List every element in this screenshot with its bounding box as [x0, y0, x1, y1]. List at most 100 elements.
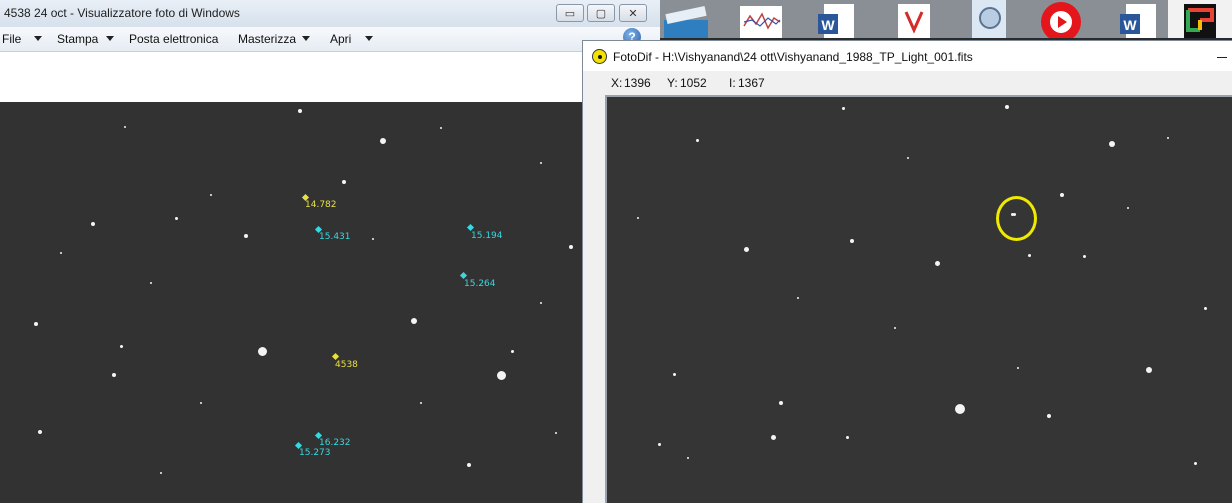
magnitude-label: 15.431 — [319, 232, 351, 242]
star — [673, 373, 676, 376]
star — [850, 239, 854, 243]
star — [60, 252, 62, 254]
magnitude-label: 15.264 — [464, 279, 496, 289]
star — [894, 327, 896, 329]
menu-file[interactable]: File — [2, 32, 21, 46]
star — [540, 162, 542, 164]
x-value: 1396 — [624, 76, 651, 90]
star — [380, 138, 386, 144]
star — [420, 402, 422, 404]
fotodif-titlebar[interactable]: FotoDif - H:\Vishyanand\24 ott\Vishyanan… — [583, 41, 1232, 71]
menu-posta-elettronica[interactable]: Posta elettronica — [129, 32, 218, 46]
y-value: 1052 — [680, 76, 707, 90]
menu-apri[interactable]: Apri — [330, 32, 351, 46]
target-label: 4538 — [335, 360, 358, 370]
star — [555, 432, 557, 434]
chevron-down-icon[interactable] — [302, 36, 310, 41]
magnitude-label: 15.273 — [299, 448, 331, 458]
star — [1060, 193, 1064, 197]
chevron-down-icon[interactable] — [106, 36, 114, 41]
star — [497, 371, 506, 380]
star — [124, 126, 126, 128]
minimize-button[interactable]: ▭ — [556, 4, 584, 22]
star — [907, 157, 909, 159]
star — [210, 194, 212, 196]
star — [569, 245, 573, 249]
photo-viewer-blank-area — [0, 52, 660, 102]
maximize-icon: ▢ — [595, 7, 607, 20]
marker-cyan — [459, 271, 468, 280]
star — [342, 180, 346, 184]
maximize-button[interactable]: ▢ — [587, 4, 615, 22]
star — [771, 435, 776, 440]
star — [440, 127, 442, 129]
close-icon: ✕ — [628, 7, 638, 20]
close-button[interactable]: ✕ — [619, 4, 647, 22]
star — [1028, 254, 1031, 257]
word-document-icon[interactable]: W — [1112, 0, 1162, 38]
star — [1146, 367, 1152, 373]
star — [637, 217, 639, 219]
star — [411, 318, 417, 324]
star — [244, 234, 248, 238]
star — [687, 457, 689, 459]
star — [1167, 137, 1169, 139]
search-document-icon[interactable] — [960, 0, 1020, 38]
star — [955, 404, 965, 414]
star — [1127, 207, 1129, 209]
star — [150, 282, 152, 284]
y-label: Y: — [667, 76, 678, 90]
pdf-document-icon[interactable] — [890, 0, 940, 38]
star-field-image: 14.782 15.431 15.194 15.264 4538 16.232 … — [0, 102, 585, 503]
chevron-down-icon[interactable] — [34, 36, 42, 41]
magnitude-label: 15.194 — [471, 231, 503, 241]
star — [797, 297, 799, 299]
fotodif-app-icon — [592, 49, 607, 64]
photo-viewer-menubar: File Stampa Posta elettronica Masterizza… — [0, 27, 660, 52]
chart-document-icon[interactable] — [736, 0, 786, 38]
star — [846, 436, 849, 439]
star — [1017, 367, 1019, 369]
star — [298, 109, 302, 113]
star — [1194, 462, 1197, 465]
marker-cyan — [466, 223, 475, 232]
menu-masterizza[interactable]: Masterizza — [238, 32, 296, 46]
star — [175, 217, 178, 220]
star — [91, 222, 95, 226]
star — [511, 350, 514, 353]
star — [1083, 255, 1086, 258]
chevron-down-icon[interactable] — [365, 36, 373, 41]
video-player-icon[interactable] — [1036, 0, 1086, 38]
photo-viewer-titlebar[interactable]: 4538 24 oct - Visualizzatore foto di Win… — [0, 0, 660, 27]
star — [34, 322, 38, 326]
x-label: X: — [611, 76, 623, 90]
photo-viewer-title: 4538 24 oct - Visualizzatore foto di Win… — [4, 6, 240, 20]
star — [120, 345, 123, 348]
star — [200, 402, 202, 404]
star — [696, 139, 699, 142]
svg-text:W: W — [1123, 17, 1137, 33]
google-icon[interactable] — [1168, 0, 1232, 38]
minimize-button[interactable] — [1215, 47, 1229, 63]
fits-image-view[interactable] — [605, 95, 1232, 503]
photo-viewer-window: 4538 24 oct - Visualizzatore foto di Win… — [0, 0, 660, 503]
star — [112, 373, 116, 377]
magnitude-label: 16.232 — [319, 438, 351, 448]
star — [1047, 414, 1051, 418]
star — [842, 107, 845, 110]
pixel-readout: X: 1396 Y: 1052 I: 1367 — [583, 71, 1232, 93]
svg-text:W: W — [821, 17, 835, 33]
star — [658, 443, 661, 446]
fotodif-title: FotoDif - H:\Vishyanand\24 ott\Vishyanan… — [613, 50, 973, 64]
scanner-icon[interactable] — [660, 0, 720, 38]
marker-target — [331, 352, 340, 361]
word-document-icon[interactable]: W — [810, 0, 860, 38]
star — [1005, 105, 1009, 109]
star — [1204, 307, 1207, 310]
fotodif-window: FotoDif - H:\Vishyanand\24 ott\Vishyanan… — [582, 40, 1232, 503]
menu-stampa[interactable]: Stampa — [57, 32, 98, 46]
star — [744, 247, 749, 252]
magnitude-label: 14.782 — [305, 200, 337, 210]
desktop-shortcuts: W W — [660, 0, 1232, 38]
target-highlight-circle — [996, 196, 1037, 241]
